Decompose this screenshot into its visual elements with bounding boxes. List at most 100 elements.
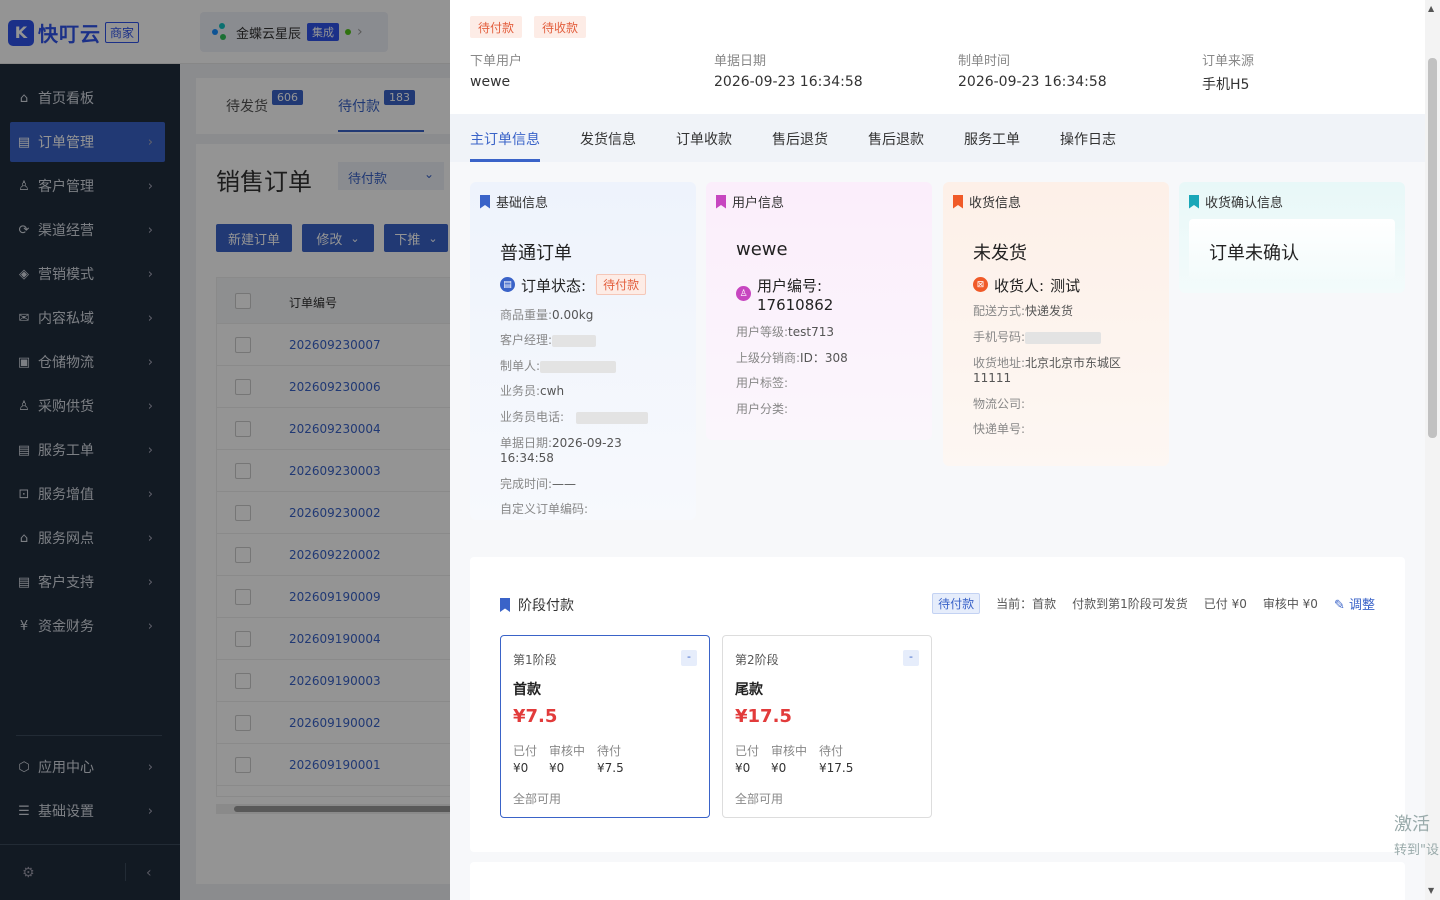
- tab-main-info[interactable]: 主订单信息: [470, 129, 540, 149]
- meta-value: 2026-09-23 16:34:58: [958, 74, 1107, 90]
- meta-value: 2026-09-23 16:34:58: [714, 74, 863, 90]
- tab-return-goods[interactable]: 售后退货: [772, 129, 828, 149]
- kv-label: 业务员电话:: [500, 410, 565, 424]
- kv-label: 用户标签:: [736, 376, 789, 390]
- order-type: 普通订单: [500, 243, 572, 264]
- meta-label: 订单来源: [1202, 54, 1255, 69]
- meta-value: 手机H5: [1202, 77, 1250, 93]
- receiver-label: 收货人:: [994, 277, 1045, 295]
- adjust-button[interactable]: ✎ 调整: [1334, 594, 1375, 613]
- stage-name: 第1阶段: [513, 653, 557, 667]
- receipt-confirm-card: 收货确认信息 订单未确认: [1179, 182, 1405, 293]
- tab-operation-log[interactable]: 操作日志: [1060, 129, 1116, 149]
- vertical-scrollbar[interactable]: ▲ ▼: [1425, 0, 1440, 900]
- payment-paid: 已付 ¥0: [1203, 597, 1247, 611]
- scroll-down-icon[interactable]: ▼: [1428, 886, 1434, 895]
- review-value: ¥0: [771, 761, 787, 775]
- kv-label: 单据日期:: [500, 436, 553, 450]
- status-tag: 待收款: [534, 16, 587, 38]
- scroll-up-icon[interactable]: ▲: [1428, 4, 1434, 13]
- maker-row: 制单人:: [500, 359, 617, 374]
- kv-value: test713: [788, 325, 834, 339]
- next-section: [470, 862, 1405, 900]
- payment-summary: 待付款 当前：首款 付款到第1阶段可发货 已付 ¥0 审核中 ¥0 ✎ 调整: [932, 593, 1375, 614]
- scrollbar-thumb[interactable]: [1428, 58, 1437, 438]
- user-no-row: ♙ 用户编号: 17610862: [736, 275, 833, 314]
- kv-label: 快递单号:: [973, 422, 1026, 436]
- paid-label: 已付: [513, 744, 538, 758]
- bookmark-icon: [953, 194, 963, 209]
- collapse-stage-button[interactable]: -: [681, 650, 697, 666]
- kv-value: ID：308: [800, 351, 848, 365]
- bookmark-icon: [716, 194, 726, 209]
- kv-label: 配送方式:: [973, 304, 1026, 318]
- order-status-label: 订单状态:: [521, 277, 587, 295]
- user-no-text: 用户编号: 17610862: [757, 275, 833, 314]
- ship-status: 未发货: [973, 243, 1027, 264]
- kv-value: 快递发货: [1025, 304, 1074, 318]
- address-row: 收货地址:北京北京市东城区 11111: [973, 356, 1121, 386]
- detail-tabs: 主订单信息 发货信息 订单收款 售后退货 售后退款 服务工单 操作日志: [450, 114, 1425, 162]
- user-name: wewe: [736, 239, 788, 260]
- meta-value: wewe: [470, 74, 511, 90]
- card-header: 收货确认信息: [1189, 192, 1283, 211]
- order-detail-drawer: 待付款 待收款 下单用户 wewe 单据日期 2026-09-23 16:34:…: [450, 0, 1440, 900]
- stage-amount: ¥17.5: [735, 706, 792, 727]
- tab-refund[interactable]: 售后退款: [868, 129, 924, 149]
- card-body: 未发货 ⊠ 收货人: 测试 配送方式:快递发货 手机号码: 收货地址:北京北京市…: [953, 219, 1159, 466]
- payment-status-tag: 待付款: [932, 593, 981, 614]
- pending-value: ¥17.5: [819, 761, 854, 775]
- kv-label: 用户分类:: [736, 402, 789, 416]
- paid-value: ¥0: [513, 761, 529, 775]
- card-header: 基础信息: [480, 192, 548, 211]
- status-tag: 待付款: [470, 16, 523, 38]
- kv-label: 用户等级:: [736, 325, 789, 339]
- bookmark-icon: [1189, 194, 1199, 209]
- stage-card-2[interactable]: 第2阶段 - 尾款 ¥17.5 已付 审核中 待付 ¥0 ¥0 ¥17.5 全部…: [722, 635, 932, 818]
- kv-label: 完成时间:: [500, 477, 553, 491]
- pending-value: ¥7.5: [597, 761, 624, 775]
- watermark-line: 转到"设: [1394, 843, 1439, 858]
- kv-label: 业务员:: [500, 384, 541, 398]
- stage-amount: ¥7.5: [513, 706, 558, 727]
- payment-reviewing: 审核中 ¥0: [1262, 597, 1318, 611]
- kv-label: 商品重量:: [500, 308, 553, 322]
- card-title: 用户信息: [732, 196, 785, 211]
- finish-row: 完成时间:——: [500, 477, 576, 492]
- order-status-icon: ▤: [500, 277, 515, 292]
- stage-payment-section: 阶段付款 待付款 当前：首款 付款到第1阶段可发货 已付 ¥0 审核中 ¥0 ✎…: [470, 557, 1405, 852]
- collapse-stage-button[interactable]: -: [903, 650, 919, 666]
- edit-icon: ✎: [1333, 598, 1345, 613]
- receiver-phone-row: 手机号码:: [973, 330, 1102, 345]
- payment-current: 当前：首款: [996, 597, 1057, 611]
- availability: 全部可用: [513, 792, 562, 806]
- kv-value: 2026-09-23: [552, 436, 622, 450]
- availability: 全部可用: [735, 792, 784, 806]
- section-title: 阶段付款: [500, 595, 574, 615]
- tab-collection[interactable]: 订单收款: [676, 129, 732, 149]
- sales-phone-row: 业务员电话:: [500, 410, 649, 425]
- kv-value: 北京北京市东城区: [1025, 356, 1122, 370]
- kv-label: 客户经理:: [500, 333, 553, 347]
- stage-card-1[interactable]: 第1阶段 - 首款 ¥7.5 已付 审核中 待付 ¥0 ¥0 ¥7.5 全部可用: [500, 635, 710, 818]
- confirm-text: 订单未确认: [1209, 243, 1299, 264]
- kv-label: 上级分销商:: [736, 351, 801, 365]
- masked-value: [576, 411, 649, 424]
- meta-label: 下单用户: [470, 54, 523, 69]
- masked-value: [552, 334, 597, 347]
- receiver-value: 测试: [1050, 277, 1081, 295]
- card-title: 收货确认信息: [1205, 196, 1284, 211]
- meta-label: 单据日期: [714, 54, 767, 69]
- card-title: 收货信息: [969, 196, 1022, 211]
- receiver-row: ⊠ 收货人: 测试: [973, 275, 1080, 296]
- tab-service-ticket[interactable]: 服务工单: [964, 129, 1020, 149]
- ship-method-row: 配送方式:快递发货: [973, 304, 1073, 319]
- logistics-row: 物流公司:: [973, 397, 1025, 412]
- card-body: 订单未确认: [1189, 219, 1395, 279]
- kv-value: 0.00kg: [552, 308, 594, 322]
- card-title: 基础信息: [496, 196, 549, 211]
- tab-shipping[interactable]: 发货信息: [580, 129, 636, 149]
- drawer-header: 待付款 待收款 下单用户 wewe 单据日期 2026-09-23 16:34:…: [450, 0, 1425, 114]
- review-label: 审核中: [549, 744, 586, 758]
- user-tag-row: 用户标签:: [736, 376, 788, 391]
